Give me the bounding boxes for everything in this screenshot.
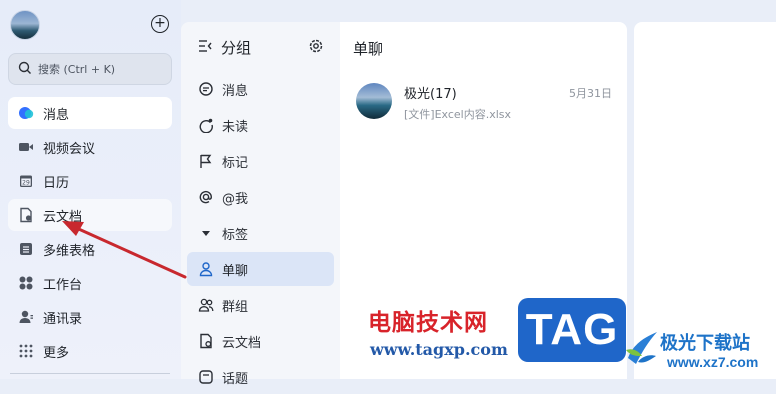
contacts-icon <box>18 309 34 325</box>
doc-icon <box>198 333 214 349</box>
person-icon <box>198 261 214 277</box>
group-item-label: 标记 <box>222 155 249 171</box>
conversation-avatar <box>356 83 392 119</box>
left-sidebar: + 搜索 (Ctrl + K) 消息 视频会议 29 日历 云文档 多维表格 工… <box>0 0 181 379</box>
search-icon <box>18 61 32 78</box>
group-item-label: 话题 <box>222 371 249 387</box>
watermark-brand-url: www.xz7.com <box>667 354 759 370</box>
group-icon <box>198 297 214 313</box>
group-item-label: 标签 <box>222 227 249 243</box>
add-button[interactable]: + <box>151 15 169 33</box>
group-item-tags[interactable]: 标签 <box>187 216 334 250</box>
sidebar-item-workplace[interactable]: 工作台 <box>8 267 172 299</box>
conversation-item[interactable]: 极光(17) 5月31日 [文件]Excel内容.xlsx <box>356 83 618 125</box>
sidebar-item-label: 工作台 <box>43 277 83 293</box>
video-camera-icon <box>18 139 34 155</box>
at-icon <box>198 189 214 205</box>
sidebar-item-video-meeting[interactable]: 视频会议 <box>8 131 172 163</box>
search-box[interactable]: 搜索 (Ctrl + K) <box>8 53 172 85</box>
group-item-label: 云文档 <box>222 335 262 351</box>
group-item-cloud-docs[interactable]: 云文档 <box>187 324 334 358</box>
watermark-site-name: 电脑技术网 <box>368 310 488 336</box>
sidebar-item-contacts[interactable]: 通讯录 <box>8 301 172 333</box>
apps-icon <box>18 275 34 291</box>
sidebar-item-cloud-docs[interactable]: 云文档 <box>8 199 172 231</box>
group-item-topics[interactable]: 话题 <box>187 360 334 394</box>
conversation-preview: [文件]Excel内容.xlsx <box>404 108 512 121</box>
group-item-label: 未读 <box>222 119 249 135</box>
group-item-unread[interactable]: 未读 <box>187 108 334 142</box>
sidebar-item-label: 多维表格 <box>43 243 96 259</box>
sidebar-item-label: 消息 <box>43 107 70 123</box>
user-avatar[interactable] <box>10 10 40 40</box>
group-item-messages[interactable]: 消息 <box>187 72 334 106</box>
cloud-doc-icon <box>18 207 34 223</box>
watermark-brand-name: 极光下载站 <box>660 333 750 354</box>
sidebar-item-label: 通讯录 <box>43 311 83 327</box>
sidebar-item-more[interactable]: 更多 <box>8 335 172 367</box>
chat-list-title: 单聊 <box>353 40 384 58</box>
group-item-label: @我 <box>222 191 249 207</box>
gear-icon[interactable] <box>308 38 324 58</box>
table-grid-icon <box>18 241 34 257</box>
group-item-flagged[interactable]: 标记 <box>187 144 334 178</box>
more-dots-icon <box>18 343 34 359</box>
groups-panel: 分组 消息 未读 标记 @我 标签 单聊 群组 云文档 话题 <box>181 22 340 387</box>
group-item-label: 群组 <box>222 299 249 315</box>
search-placeholder: 搜索 (Ctrl + K) <box>38 63 116 76</box>
group-item-label: 单聊 <box>222 263 249 279</box>
group-item-direct-chat[interactable]: 单聊 <box>187 252 334 286</box>
sidebar-item-bitable[interactable]: 多维表格 <box>8 233 172 265</box>
flag-icon <box>198 153 214 169</box>
groups-header: 分组 <box>198 37 251 58</box>
watermark-tag-badge: TAG <box>518 298 626 362</box>
group-item-groups[interactable]: 群组 <box>187 288 334 322</box>
sidebar-item-calendar[interactable]: 29 日历 <box>8 165 172 197</box>
conversation-name: 极光(17) <box>404 87 457 102</box>
topic-icon <box>198 369 214 385</box>
conversation-detail-panel <box>634 22 776 379</box>
unread-icon <box>198 117 214 133</box>
plus-icon: + <box>154 15 166 31</box>
calendar-icon: 29 <box>18 173 34 189</box>
svg-text:29: 29 <box>22 180 30 187</box>
collapse-icon[interactable] <box>198 39 212 57</box>
sidebar-item-label: 更多 <box>43 345 70 361</box>
sidebar-item-messages[interactable]: 消息 <box>8 97 172 129</box>
sidebar-divider <box>10 373 170 374</box>
chat-bubble-icon <box>18 105 34 121</box>
conversation-date: 5月31日 <box>569 87 612 100</box>
watermark-site-url: www.tagxp.com <box>370 340 508 359</box>
caret-down-icon <box>198 225 214 241</box>
sidebar-item-label: 日历 <box>43 175 70 191</box>
sidebar-item-label: 视频会议 <box>43 141 96 157</box>
group-item-label: 消息 <box>222 83 249 99</box>
group-item-mentions[interactable]: @我 <box>187 180 334 214</box>
brand-logo-icon <box>624 328 660 368</box>
groups-title: 分组 <box>221 39 252 57</box>
sidebar-item-label: 云文档 <box>43 209 83 225</box>
message-icon <box>198 81 214 97</box>
